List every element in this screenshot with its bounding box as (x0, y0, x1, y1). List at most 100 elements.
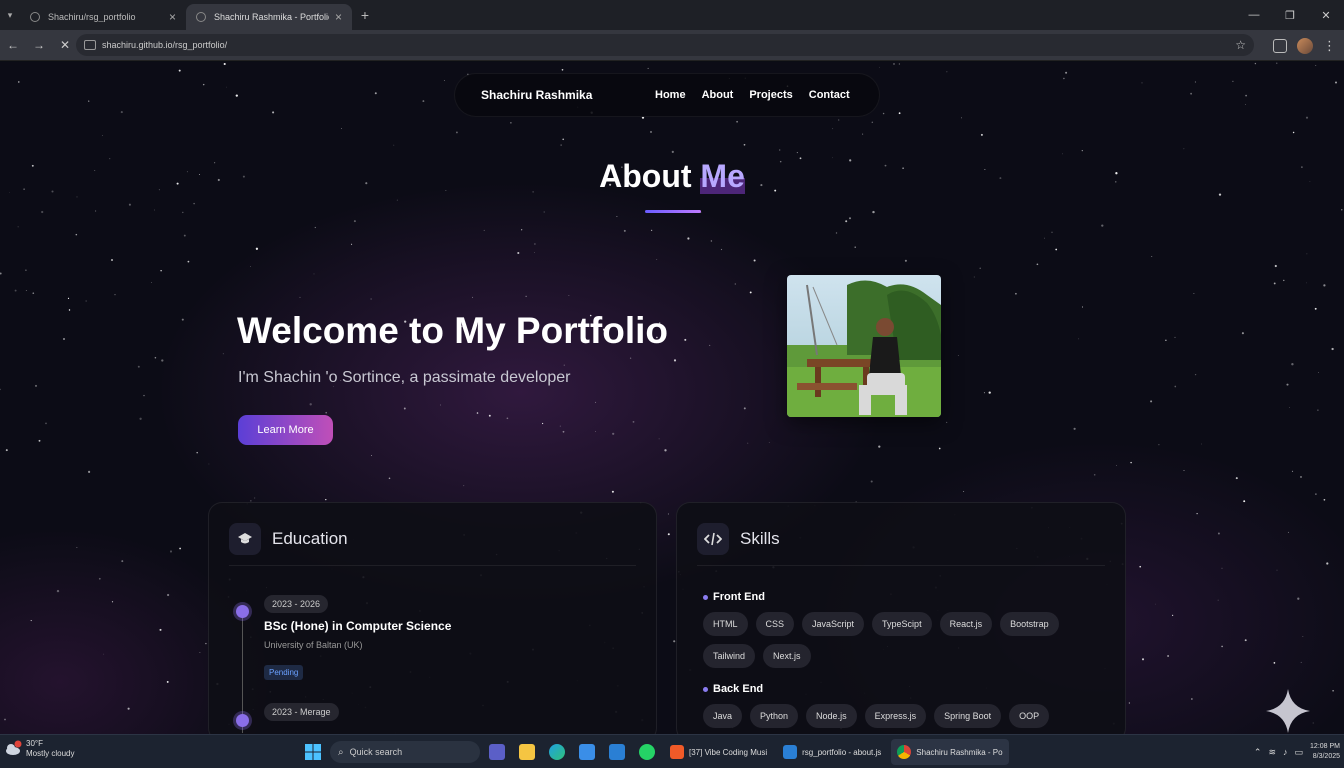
hero-heading: Welcome to My Portfolio (237, 310, 669, 351)
section-title: About Me (0, 158, 1344, 195)
weather-desc: Mostly cloudy (26, 749, 75, 758)
site-navbar: Shachiru Rashmika Home About Projects Co… (454, 73, 880, 117)
windows-start-icon[interactable] (300, 739, 326, 765)
whatsapp-icon[interactable] (634, 739, 660, 765)
skills-header: Skills (697, 523, 780, 555)
backend-skill-list: Java Python Node.js Express.js Spring Bo… (703, 704, 1103, 728)
skill-pill: TypeScipt (872, 612, 932, 636)
nav-link-projects[interactable]: Projects (749, 89, 792, 101)
globe-icon (196, 12, 206, 22)
date-badge: 2023 - 2026 (264, 595, 329, 613)
university-name: University of Baltan (UK) (264, 640, 363, 650)
clock-time: 12:08 PM (1310, 743, 1340, 750)
wifi-icon[interactable]: ≋ (1268, 747, 1276, 758)
skill-pill: React.js (939, 612, 993, 636)
file-explorer-icon[interactable] (514, 739, 540, 765)
taskbar: 30°F Mostly cloudy ⌕ Quick search [37] V… (0, 734, 1344, 768)
tab-search-icon[interactable]: ▾ (0, 0, 20, 30)
restore-icon[interactable]: ❐ (1272, 0, 1308, 30)
edge-icon[interactable] (544, 739, 570, 765)
divider (697, 565, 1105, 566)
timeline-dot (236, 714, 249, 727)
cloud-icon (4, 740, 22, 758)
browser-tab-active[interactable]: Shachiru Rashmika - Portfolio × (186, 4, 352, 30)
url-text: shachiru.github.io/rsg_portfolio/ (102, 40, 228, 50)
tab-title: Shachiru Rashmika - Portfolio (214, 12, 329, 22)
teams-icon[interactable] (484, 739, 510, 765)
taskbar-app-label: [37] Vibe Coding Musi (689, 747, 768, 757)
close-window-icon[interactable]: ✕ (1308, 0, 1344, 30)
site-brand[interactable]: Shachiru Rashmika (481, 88, 655, 102)
skill-pill: OOP (1009, 704, 1050, 728)
bookmark-star-icon[interactable]: ☆ (1235, 38, 1246, 52)
site-info-icon[interactable] (84, 40, 96, 50)
sparkle-icon (1266, 689, 1310, 733)
toolbar-right: ⋮ (1273, 30, 1336, 61)
menu-icon[interactable]: ⋮ (1323, 38, 1336, 54)
browser-tab-bar: ▾ Shachiru/rsg_portfolio × Shachiru Rash… (0, 0, 1344, 30)
weather-widget[interactable]: 30°F Mostly cloudy (4, 739, 74, 759)
timeline-dot (236, 605, 249, 618)
taskbar-app-label: Shachiru Rashmika - Po (916, 747, 1003, 757)
clock[interactable]: 12:08 PM 8/3/2025 (1310, 742, 1340, 762)
skill-pill: Tailwind (703, 644, 756, 668)
skill-pill: Spring Boot (934, 704, 1002, 728)
nav-link-home[interactable]: Home (655, 89, 686, 101)
back-icon[interactable]: ← (0, 32, 26, 58)
section-title-accent: Me (700, 158, 745, 194)
minimize-icon[interactable]: — (1236, 0, 1272, 30)
date-badge: 2023 - Merage (264, 703, 339, 721)
skill-pill: Java (703, 704, 743, 728)
close-tab-icon[interactable]: × (169, 10, 176, 24)
webpage: Shachiru Rashmika Home About Projects Co… (0, 62, 1344, 734)
chevron-up-icon[interactable]: ⌃ (1254, 747, 1262, 758)
skill-pill: CSS (755, 612, 795, 636)
nav-link-about[interactable]: About (702, 89, 734, 101)
learn-more-button[interactable]: Learn More (238, 415, 333, 445)
profile-photo (787, 275, 941, 417)
taskbar-search[interactable]: ⌕ Quick search (330, 741, 480, 763)
new-tab-button[interactable]: + (352, 2, 378, 28)
taskbar-app-vscode[interactable]: rsg_portfolio - about.js (777, 739, 887, 765)
taskbar-app-label: rsg_portfolio - about.js (802, 747, 882, 757)
github-icon (30, 12, 40, 22)
browser-tab[interactable]: Shachiru/rsg_portfolio × (20, 4, 186, 30)
skills-card: Skills Front End HTML CSS JavaScript Typ… (676, 502, 1126, 734)
vscode-insiders-icon[interactable] (604, 739, 630, 765)
address-bar[interactable]: shachiru.github.io/rsg_portfolio/ ☆ (76, 34, 1254, 56)
volume-icon[interactable]: ♪ (1283, 747, 1288, 757)
skill-pill: Express.js (864, 704, 927, 728)
status-badge: Pending (264, 665, 304, 680)
skill-pill: JavaScript (802, 612, 865, 636)
clock-date: 8/3/2025 (1312, 753, 1340, 760)
taskbar-app-brave[interactable]: [37] Vibe Coding Musi (664, 739, 773, 765)
skill-pill: HTML (703, 612, 748, 636)
frontend-skill-list: HTML CSS JavaScript TypeScipt React.js B… (703, 612, 1103, 668)
taskbar-app-chrome[interactable]: Shachiru Rashmika - Po (891, 739, 1009, 765)
site-nav-links: Home About Projects Contact (655, 89, 850, 101)
skill-category-frontend: Front End (703, 591, 765, 603)
store-icon[interactable] (574, 739, 600, 765)
close-tab-icon[interactable]: × (335, 10, 342, 24)
vscode-icon (783, 745, 798, 759)
education-header: Education (229, 523, 348, 555)
divider (229, 565, 636, 566)
chrome-icon (897, 745, 912, 759)
search-icon: ⌕ (338, 746, 344, 758)
profile-avatar[interactable] (1297, 37, 1313, 54)
extensions-icon[interactable] (1273, 38, 1287, 53)
skill-pill: Node.js (806, 704, 857, 728)
reload-icon[interactable]: ✕ (52, 32, 78, 58)
battery-icon[interactable]: ▭ (1295, 747, 1304, 758)
weather-temp: 30°F (26, 739, 43, 748)
skills-title: Skills (740, 529, 780, 548)
skill-pill: Python (750, 704, 799, 728)
nav-link-contact[interactable]: Contact (809, 89, 850, 101)
system-tray: ⌃ ≋ ♪ ▭ 12:08 PM 8/3/2025 (1254, 739, 1340, 765)
education-title: Education (272, 529, 348, 548)
code-icon (697, 523, 729, 555)
section-title-main: About (599, 158, 692, 194)
forward-icon[interactable]: → (26, 32, 52, 58)
education-card: Education 2023 - 2026 BSc (Hone) in Comp… (208, 502, 657, 734)
taskbar-apps: ⌕ Quick search [37] Vibe Coding Musi rsg… (300, 738, 1009, 766)
